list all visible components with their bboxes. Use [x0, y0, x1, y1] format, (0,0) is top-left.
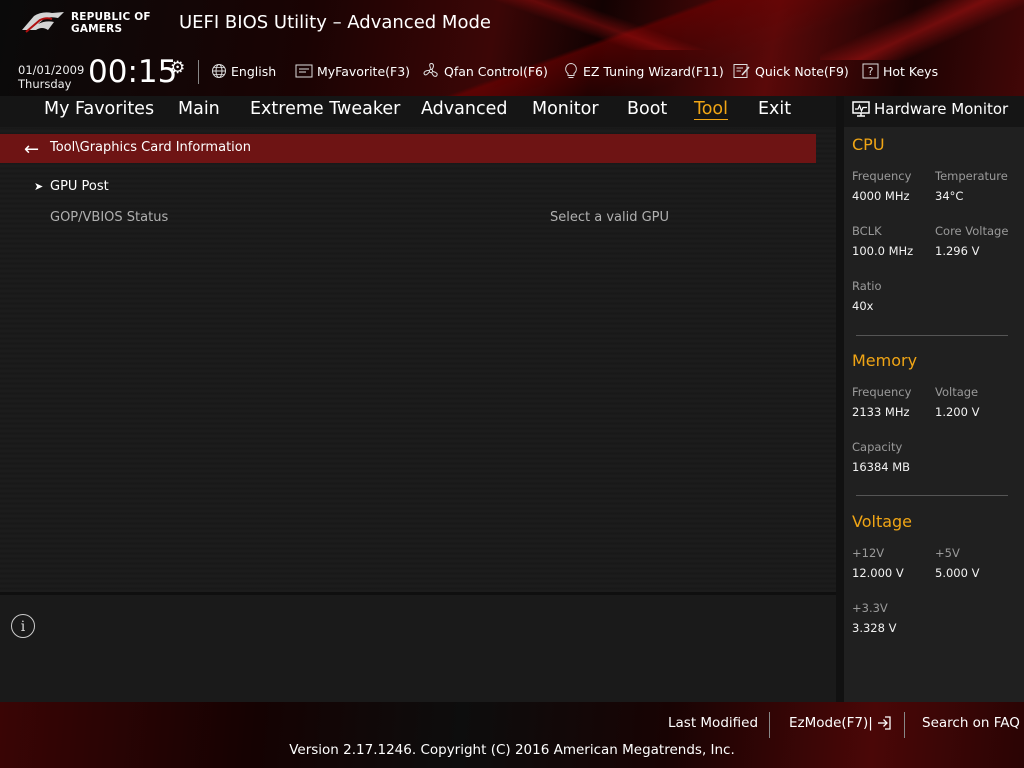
ratio-label: Ratio [852, 279, 882, 293]
rog-logo: REPUBLIC OF GAMERS [20, 8, 165, 38]
tab-exit[interactable]: Exit [758, 99, 791, 119]
chevron-right-icon: ➤ [34, 180, 44, 193]
gpu-post-item[interactable]: GPU Post [50, 179, 109, 194]
hardware-monitor-title: Hardware Monitor [852, 100, 1008, 118]
section-divider [856, 495, 1008, 496]
memory-capacity-label: Capacity [852, 440, 903, 454]
v5-label: +5V [935, 546, 960, 560]
cpu-frequency-label: Frequency [852, 169, 912, 183]
globe-icon [211, 63, 227, 79]
header-streak [470, 0, 730, 50]
exit-icon [877, 716, 891, 730]
gear-icon[interactable]: ⚙ [170, 58, 185, 78]
ez-mode-label: EzMode(F7)| [789, 715, 873, 731]
my-favorite-button[interactable]: MyFavorite(F3) [295, 62, 410, 80]
v12-label: +12V [852, 546, 885, 560]
cpu-section-title: CPU [852, 135, 885, 154]
search-on-faq-button[interactable]: Search on FAQ [922, 715, 1020, 731]
memory-voltage-value: 1.200 V [935, 405, 980, 419]
memory-capacity-value: 16384 MB [852, 460, 911, 474]
brand-line-2: GAMERS [71, 23, 123, 35]
tab-monitor[interactable]: Monitor [532, 99, 599, 119]
v12-value: 12.000 V [852, 566, 904, 580]
help-area [0, 595, 836, 702]
voltage-section-title: Voltage [852, 512, 913, 531]
header-streak [820, 0, 1024, 60]
qfan-control-button[interactable]: Qfan Control(F6) [422, 62, 548, 80]
quick-note-label: Quick Note(F9) [755, 63, 849, 79]
toolbar-separator [198, 60, 199, 84]
tab-boot[interactable]: Boot [627, 99, 667, 119]
ez-mode-button[interactable]: EzMode(F7)| [789, 715, 892, 731]
svg-text:?: ? [868, 65, 874, 78]
bclk-label: BCLK [852, 224, 882, 238]
quick-note-button[interactable]: Quick Note(F9) [733, 62, 849, 80]
panel-divider [836, 96, 844, 702]
tab-tool[interactable]: Tool [694, 99, 728, 119]
v33-label: +3.3V [852, 601, 888, 615]
v33-value: 3.328 V [852, 621, 897, 635]
footer-separator [904, 712, 905, 738]
info-icon: i [11, 614, 35, 638]
core-voltage-value: 1.296 V [935, 244, 980, 258]
footer-separator [769, 712, 770, 738]
help-icon: ? [862, 63, 879, 79]
memory-voltage-label: Voltage [935, 385, 979, 399]
language-button[interactable]: English [211, 62, 276, 80]
core-voltage-label: Core Voltage [935, 224, 1009, 238]
bclk-value: 100.0 MHz [852, 244, 914, 258]
ratio-value: 40x [852, 299, 874, 313]
tab-extreme-tweaker[interactable]: Extreme Tweaker [250, 99, 400, 119]
gop-vbios-status-value: Select a valid GPU [550, 210, 670, 225]
brand-line-1: REPUBLIC OF [71, 11, 151, 23]
tab-advanced[interactable]: Advanced [421, 99, 507, 119]
back-arrow-icon[interactable]: ← [24, 139, 39, 160]
v5-value: 5.000 V [935, 566, 980, 580]
hot-keys-label: Hot Keys [883, 63, 939, 79]
cpu-frequency-value: 4000 MHz [852, 189, 910, 203]
ez-tuning-wizard-button[interactable]: EZ Tuning Wizard(F11) [563, 62, 724, 80]
favorite-icon [295, 64, 313, 78]
cpu-temperature-label: Temperature [935, 169, 1008, 183]
bulb-icon [563, 62, 579, 80]
fan-icon [422, 62, 440, 80]
app-title: UEFI BIOS Utility – Advanced Mode [179, 12, 491, 33]
date-text: 01/01/2009 [18, 63, 85, 77]
qfan-control-label: Qfan Control(F6) [444, 63, 548, 79]
breadcrumb-path: Tool\Graphics Card Information [50, 140, 251, 155]
footer-bar [0, 702, 1024, 768]
clock-display[interactable]: 00:15 [88, 54, 177, 90]
memory-frequency-label: Frequency [852, 385, 912, 399]
note-icon [733, 63, 751, 79]
ez-tuning-wizard-label: EZ Tuning Wizard(F11) [583, 63, 724, 79]
gop-vbios-status-label: GOP/VBIOS Status [50, 210, 169, 225]
last-modified-button[interactable]: Last Modified [668, 715, 758, 731]
monitor-icon [852, 101, 870, 117]
date-display[interactable]: 01/01/2009 Thursday [18, 63, 84, 91]
hot-keys-button[interactable]: ? Hot Keys [862, 62, 938, 80]
version-text: Version 2.17.1246. Copyright (C) 2016 Am… [289, 742, 735, 758]
language-label: English [231, 63, 277, 79]
tab-main[interactable]: Main [178, 99, 220, 119]
memory-section-title: Memory [852, 351, 918, 370]
day-text: Thursday [18, 77, 72, 91]
section-divider [856, 335, 1008, 336]
cpu-temperature-value: 34°C [935, 189, 964, 203]
rog-logo-icon [22, 12, 64, 33]
my-favorite-label: MyFavorite(F3) [317, 63, 411, 79]
hardware-monitor-label: Hardware Monitor [874, 100, 1009, 118]
tab-my-favorites[interactable]: My Favorites [44, 99, 154, 119]
memory-frequency-value: 2133 MHz [852, 405, 910, 419]
